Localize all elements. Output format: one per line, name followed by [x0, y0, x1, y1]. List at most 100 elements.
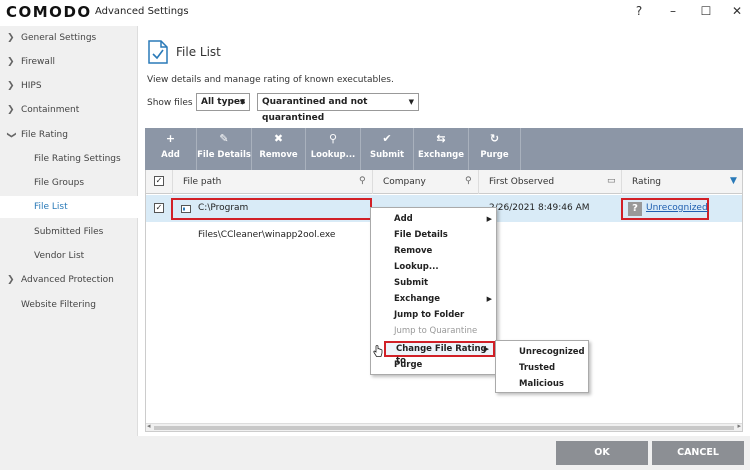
chevron-right-icon: ❯: [7, 105, 15, 115]
dropdown-arrow-icon: ▼: [408, 98, 414, 106]
context-menu-lookup[interactable]: Lookup...: [371, 259, 496, 275]
context-menu-file-details[interactable]: File Details: [371, 227, 496, 243]
sidebar-item-label: Website Filtering: [21, 300, 96, 310]
sidebar-item-label: File Rating: [21, 130, 68, 140]
context-menu-jump-to-quarantine: Jump to Quarantine: [394, 326, 478, 336]
menu-item-label: Exchange: [394, 294, 441, 304]
context-menu-exchange[interactable]: Exchange ▶: [371, 291, 496, 307]
sidebar-item-label: Containment: [21, 105, 80, 115]
sidebar-item-label: General Settings: [21, 33, 97, 43]
window-title: Advanced Settings: [95, 6, 189, 17]
toolbar-divider: [520, 128, 521, 170]
first-observed-cell: 2/26/2021 8:49:46 AM: [489, 203, 590, 213]
sidebar-item-website-filtering[interactable]: Website Filtering: [0, 294, 138, 316]
sidebar-item-firewall[interactable]: ❯ Firewall: [0, 51, 138, 73]
add-button[interactable]: + Add: [145, 128, 196, 170]
sidebar-item-label: File List: [34, 202, 68, 212]
chevron-right-icon: ❯: [7, 275, 15, 285]
chevron-down-icon: ❯: [5, 131, 16, 139]
context-menu-change-file-rating[interactable]: Change File Rating to ▶: [384, 341, 495, 366]
sidebar-item-label: Vendor List: [34, 251, 85, 261]
context-menu-add[interactable]: Add ▶: [371, 211, 496, 227]
context-menu-remove[interactable]: Remove: [371, 243, 496, 259]
submenu-item-malicious[interactable]: Malicious: [496, 376, 588, 392]
footer: OK CANCEL: [0, 436, 750, 470]
file-details-button[interactable]: ✎ File Details: [197, 128, 251, 170]
chevron-right-icon: ❯: [7, 57, 15, 67]
help-button[interactable]: ?: [627, 2, 651, 20]
check-icon: ✔: [382, 132, 392, 145]
sidebar-item-advanced-protection[interactable]: ❯ Advanced Protection: [0, 269, 138, 291]
toolbar: + Add ✎ File Details ✖ Remove ⚲ Lookup..…: [145, 128, 743, 170]
submit-button[interactable]: ✔ Submit: [361, 128, 413, 170]
sidebar-item-label: File Rating Settings: [34, 154, 121, 164]
lookup-button[interactable]: ⚲ Lookup...: [306, 128, 360, 170]
submenu-arrow-icon: ▶: [486, 215, 492, 223]
context-menu-jump-to-folder[interactable]: Jump to Folder: [371, 307, 496, 323]
calendar-icon[interactable]: ▭: [607, 176, 617, 186]
search-icon[interactable]: ⚲: [359, 176, 369, 186]
sidebar-item-containment[interactable]: ❯ Containment: [0, 99, 138, 121]
remove-icon: ✖: [273, 132, 284, 145]
search-icon[interactable]: ⚲: [465, 176, 475, 186]
column-header-label: File path: [183, 177, 222, 187]
dropdown-arrow-icon: ▼: [239, 98, 245, 106]
sidebar-item-label: Advanced Protection: [21, 275, 114, 285]
row-checkbox[interactable]: ✓: [154, 203, 164, 213]
change-rating-submenu: Unrecognized Trusted Malicious: [495, 340, 589, 393]
cancel-button[interactable]: CANCEL: [652, 441, 744, 465]
hand-cursor-icon: [373, 345, 383, 357]
maximize-button[interactable]: ☐: [694, 2, 718, 20]
sidebar-item-label: HIPS: [21, 81, 42, 91]
file-details-button-label: File Details: [197, 150, 251, 160]
remove-button-label: Remove: [259, 150, 298, 160]
scroll-left-icon[interactable]: ◂: [147, 422, 151, 430]
minimize-button[interactable]: –: [661, 2, 685, 20]
table-header: ✓ File path ⚲ Company ⚲ First Observed ▭…: [146, 170, 742, 194]
ok-button[interactable]: OK: [556, 441, 648, 465]
sidebar-item-label: File Groups: [34, 178, 85, 188]
sidebar-item-file-rating[interactable]: ❯ File Rating: [0, 124, 138, 146]
submenu-item-trusted[interactable]: Trusted: [496, 360, 588, 376]
column-header-label: Rating: [632, 177, 662, 187]
sidebar-item-submitted-files[interactable]: Submitted Files: [0, 221, 138, 243]
sidebar-item-file-list[interactable]: File List: [0, 196, 138, 218]
select-all-column: ✓: [146, 170, 173, 194]
sidebar: ❯ General Settings ❯ Firewall ❯ HIPS ❯ C…: [0, 26, 138, 436]
column-header-rating[interactable]: Rating ▼: [622, 170, 742, 194]
purge-button[interactable]: ↻ Purge: [469, 128, 520, 170]
file-list-icon: [148, 40, 168, 64]
sidebar-item-general-settings[interactable]: ❯ General Settings: [0, 27, 138, 49]
sidebar-item-vendor-list[interactable]: Vendor List: [0, 245, 138, 267]
page-title: File List: [176, 45, 221, 59]
column-header-label: First Observed: [489, 177, 555, 187]
exchange-button[interactable]: ⇆ Exchange: [414, 128, 468, 170]
column-header-company[interactable]: Company ⚲: [373, 170, 479, 194]
column-header-file-path[interactable]: File path ⚲: [173, 170, 373, 194]
quarantine-status-select[interactable]: Quarantined and not quarantined ▼: [257, 93, 419, 123]
exchange-icon: ⇆: [436, 132, 446, 145]
sidebar-item-hips[interactable]: ❯ HIPS: [0, 75, 138, 97]
sidebar-item-file-rating-settings[interactable]: File Rating Settings: [0, 148, 138, 170]
select-all-checkbox[interactable]: ✓: [154, 176, 164, 186]
comodo-logo: COMODO: [6, 3, 92, 21]
file-type-select[interactable]: All types ▼: [196, 93, 250, 111]
search-icon: ⚲: [328, 132, 338, 145]
page-description: View details and manage rating of known …: [147, 75, 394, 85]
scrollbar-thumb[interactable]: [154, 426, 734, 430]
chevron-right-icon: ❯: [7, 81, 15, 91]
horizontal-scrollbar[interactable]: ◂ ▸: [146, 422, 742, 431]
remove-button[interactable]: ✖ Remove: [252, 128, 305, 170]
submenu-arrow-icon: ▶: [483, 345, 489, 353]
close-button[interactable]: ✕: [725, 2, 749, 20]
filter-icon[interactable]: ▼: [730, 176, 740, 186]
rating-link[interactable]: Unrecognized: [646, 195, 708, 222]
sidebar-item-file-groups[interactable]: File Groups: [0, 172, 138, 194]
context-menu: Add ▶ File Details Remove Lookup... Subm…: [370, 207, 497, 375]
column-header-first-observed[interactable]: First Observed ▭: [479, 170, 622, 194]
context-menu-submit[interactable]: Submit: [371, 275, 496, 291]
context-menu-purge[interactable]: Purge: [371, 357, 496, 373]
scroll-right-icon[interactable]: ▸: [737, 422, 741, 430]
submenu-item-unrecognized[interactable]: Unrecognized: [496, 344, 588, 360]
menu-item-label: Add: [394, 214, 413, 224]
